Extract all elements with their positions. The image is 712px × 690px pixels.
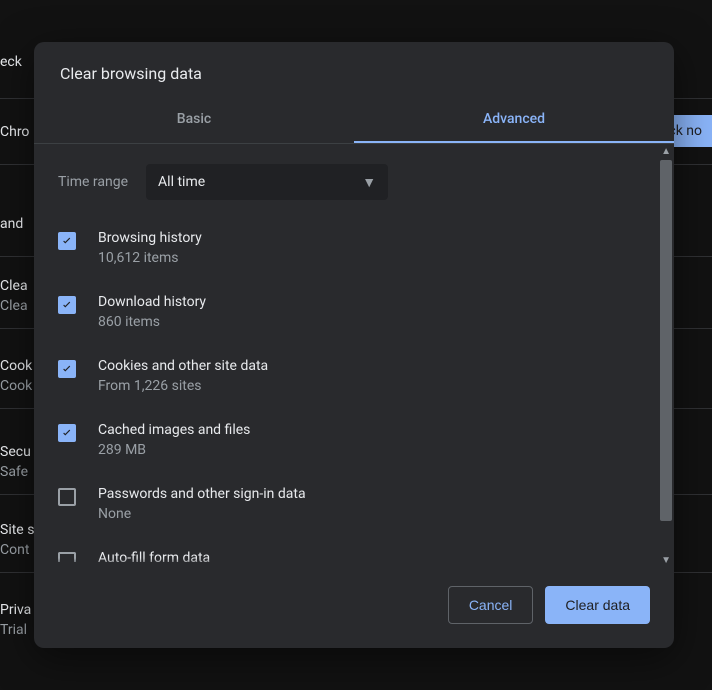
option-download-history[interactable]: Download history 860 items (58, 284, 640, 348)
checkbox-cached-images[interactable] (58, 424, 76, 442)
bg-text: and (0, 216, 23, 232)
option-detail: 10,612 items (98, 250, 202, 266)
bg-text: Secu (0, 444, 31, 460)
bg-text: Cont (0, 542, 29, 558)
dialog-scroll-area: Time range All time ▼ Browsing history 1… (34, 144, 674, 568)
time-range-select[interactable]: All time ▼ (146, 164, 388, 200)
option-browsing-history[interactable]: Browsing history 10,612 items (58, 220, 640, 284)
option-passwords[interactable]: Passwords and other sign-in data None (58, 476, 640, 540)
checkbox-passwords[interactable] (58, 488, 76, 506)
checkbox-download-history[interactable] (58, 296, 76, 314)
option-label: Browsing history (98, 230, 202, 246)
bg-text: Cook (0, 378, 32, 394)
option-label: Passwords and other sign-in data (98, 486, 306, 502)
bg-text: Trial (0, 622, 27, 638)
option-label: Download history (98, 294, 206, 310)
clear-browsing-data-dialog: Clear browsing data Basic Advanced Time … (34, 42, 674, 648)
caret-down-icon: ▼ (362, 174, 376, 191)
scroll-down-icon[interactable]: ▼ (661, 555, 671, 566)
option-detail: 289 MB (98, 442, 250, 458)
bg-text: Clea (0, 298, 28, 314)
time-range-value: All time (158, 174, 205, 190)
option-label: Cookies and other site data (98, 358, 268, 374)
bg-text: Priva (0, 602, 31, 618)
tab-advanced[interactable]: Advanced (354, 97, 674, 143)
scrollbar-thumb[interactable] (660, 160, 672, 521)
option-cached-images[interactable]: Cached images and files 289 MB (58, 412, 640, 476)
bg-text: Site s (0, 522, 34, 538)
bg-text: Safe (0, 464, 28, 480)
checkbox-cookies[interactable] (58, 360, 76, 378)
clear-data-button[interactable]: Clear data (545, 586, 650, 624)
tab-bar: Basic Advanced (34, 97, 674, 144)
option-detail: None (98, 506, 306, 522)
option-detail: 860 items (98, 314, 206, 330)
bg-text: eck (0, 54, 22, 70)
scroll-up-icon[interactable]: ▲ (661, 146, 671, 157)
bg-text: Clea (0, 278, 28, 294)
option-label: Cached images and files (98, 422, 250, 438)
bg-text: Chro (0, 124, 29, 140)
cancel-button[interactable]: Cancel (448, 586, 534, 624)
option-detail: From 1,226 sites (98, 378, 268, 394)
scrollbar[interactable] (660, 160, 672, 552)
checkbox-browsing-history[interactable] (58, 232, 76, 250)
dialog-footer: Cancel Clear data (34, 568, 674, 648)
time-range-label: Time range (58, 174, 128, 190)
bg-text: Cook (0, 358, 32, 374)
dialog-title: Clear browsing data (34, 42, 674, 97)
option-cookies[interactable]: Cookies and other site data From 1,226 s… (58, 348, 640, 412)
tab-basic[interactable]: Basic (34, 97, 354, 143)
